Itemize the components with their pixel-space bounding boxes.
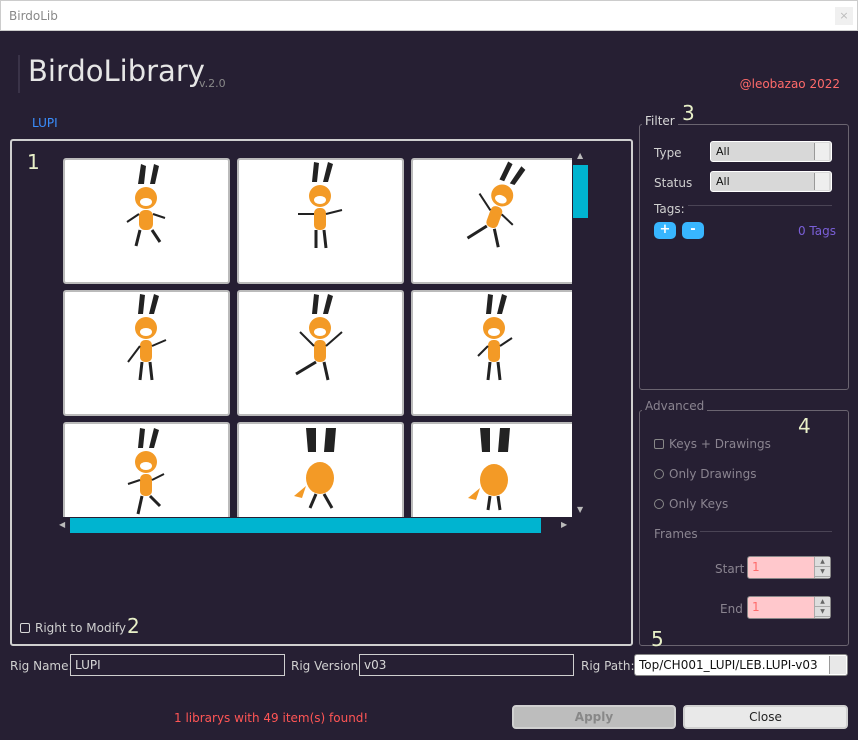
rig-version-field[interactable]: v03 xyxy=(359,654,574,676)
spin-down-icon[interactable]: ▼ xyxy=(815,567,830,577)
start-frame-value: 1 xyxy=(752,560,760,574)
badge-5: 5 xyxy=(651,627,664,651)
scroll-up-icon[interactable]: ▲ xyxy=(577,151,583,160)
end-frame-value: 1 xyxy=(752,600,760,614)
thumbnail-card[interactable] xyxy=(237,158,404,284)
status-message: 1 librarys with 49 item(s) found! xyxy=(174,711,369,725)
library-tab[interactable]: LUPI xyxy=(32,116,58,130)
remove-tag-button[interactable]: - xyxy=(682,222,704,239)
vertical-scroll-thumb[interactable] xyxy=(573,165,588,218)
advanced-label: Advanced xyxy=(642,399,708,413)
tags-label: Tags: xyxy=(654,202,685,216)
thumbnail-card[interactable] xyxy=(63,290,230,416)
rig-name-field[interactable]: LUPI xyxy=(70,654,285,676)
filter-group xyxy=(639,124,849,390)
right-to-modify-checkbox[interactable]: Right to Modify xyxy=(20,621,126,635)
start-frame-spinbox[interactable]: 1 ▲ ▼ xyxy=(747,556,831,579)
thumbnail-card[interactable] xyxy=(411,158,572,284)
option-checkbox[interactable] xyxy=(654,439,664,449)
add-tag-button[interactable]: + xyxy=(654,222,676,239)
rig-path-label: Rig Path: xyxy=(581,659,635,673)
app-version: v.2.0 xyxy=(199,77,226,90)
checkbox-label: Right to Modify xyxy=(35,621,127,635)
option-only-keys[interactable]: Only Keys xyxy=(654,497,728,511)
badge-3: 3 xyxy=(682,101,695,125)
tags-count: 0 Tags xyxy=(797,224,836,238)
frames-divider xyxy=(700,531,832,532)
badge-1: 1 xyxy=(27,150,40,174)
character-pose-image xyxy=(477,294,513,381)
thumbnail-card[interactable] xyxy=(63,158,230,284)
rig-version-label: Rig Version: xyxy=(291,659,363,673)
character-pose-image xyxy=(126,164,166,247)
option-keys-drawings[interactable]: Keys + Drawings xyxy=(654,437,771,451)
thumbnail-card[interactable] xyxy=(237,422,404,517)
option-radio[interactable] xyxy=(654,499,664,509)
rig-name-label: Rig Name: xyxy=(10,659,73,673)
character-pose-image xyxy=(127,428,165,515)
end-label: End xyxy=(720,602,743,616)
type-dropdown[interactable]: All xyxy=(710,141,832,162)
window-title: BirdoLib xyxy=(9,9,58,23)
option-radio[interactable] xyxy=(654,469,664,479)
checkbox-box[interactable] xyxy=(20,623,30,633)
filter-label: Filter xyxy=(642,114,678,128)
end-frame-spinbox[interactable]: 1 ▲ ▼ xyxy=(747,596,831,619)
thumbnail-card[interactable] xyxy=(411,290,572,416)
close-button[interactable]: Close xyxy=(683,705,848,729)
thumbnail-card[interactable] xyxy=(63,422,230,517)
rig-path-dropdown[interactable]: Top/CH001_LUPI/LEB.LUPI-v03 xyxy=(634,654,848,676)
option-label: Keys + Drawings xyxy=(669,437,771,451)
badge-4: 4 xyxy=(798,414,811,438)
spin-up-icon[interactable]: ▲ xyxy=(815,557,830,567)
option-only-drawings[interactable]: Only Drawings xyxy=(654,467,756,481)
status-dropdown[interactable]: All xyxy=(710,171,832,192)
character-pose-image xyxy=(295,294,343,381)
window-titlebar: BirdoLib × xyxy=(0,0,858,31)
status-label: Status xyxy=(654,176,693,190)
app-title: BirdoLibrary xyxy=(28,54,205,88)
character-pose-image xyxy=(466,161,526,248)
horizontal-scroll-thumb[interactable] xyxy=(70,518,541,533)
option-label: Only Drawings xyxy=(669,467,757,481)
type-label: Type xyxy=(654,146,682,160)
character-pose-image xyxy=(127,294,167,381)
copyright-text: @leobazao 2022 xyxy=(739,77,840,91)
character-pose-image xyxy=(294,428,336,509)
character-pose-image xyxy=(468,428,510,511)
frames-label: Frames xyxy=(654,527,698,541)
spin-up-icon[interactable]: ▲ xyxy=(815,597,830,607)
thumbnail-grid xyxy=(60,155,572,517)
thumbnail-card[interactable] xyxy=(237,290,404,416)
window-close-button[interactable]: × xyxy=(835,7,853,25)
spin-down-icon[interactable]: ▼ xyxy=(815,607,830,617)
apply-button[interactable]: Apply xyxy=(512,705,676,729)
header-accent-bar xyxy=(18,55,20,93)
badge-2: 2 xyxy=(127,614,140,638)
scroll-down-icon[interactable]: ▼ xyxy=(577,505,583,514)
scroll-right-icon[interactable]: ▶ xyxy=(561,520,567,529)
character-pose-image xyxy=(298,162,343,249)
thumbnail-card[interactable] xyxy=(411,422,572,517)
start-label: Start xyxy=(715,562,745,576)
tags-divider xyxy=(688,205,832,206)
scroll-left-icon[interactable]: ◀ xyxy=(59,520,65,529)
option-label: Only Keys xyxy=(669,497,729,511)
